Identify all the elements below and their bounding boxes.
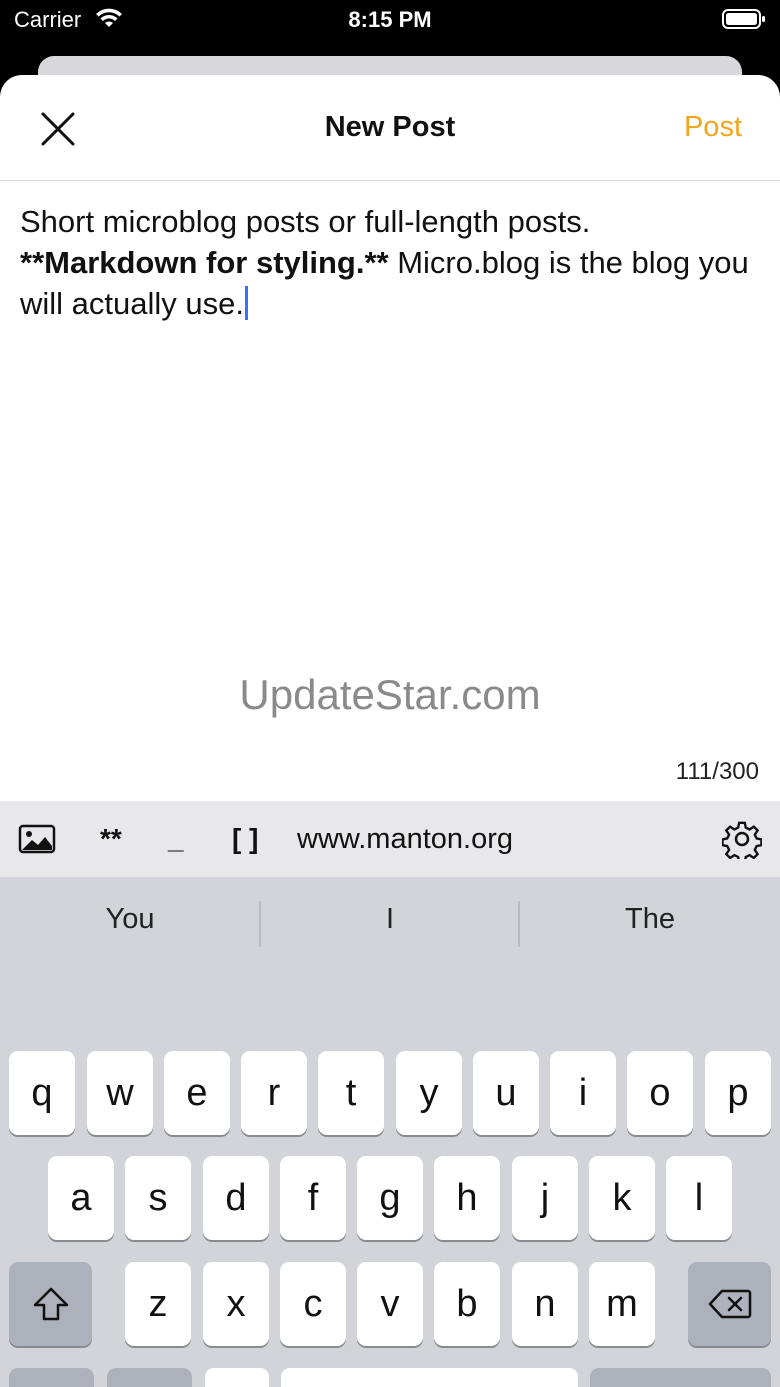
key-v[interactable]: v: [357, 1262, 423, 1346]
new-post-sheet: New Post Post Short microblog posts or f…: [0, 75, 780, 1387]
key-n[interactable]: n: [512, 1262, 578, 1346]
key-q[interactable]: q: [9, 1051, 75, 1135]
key-t[interactable]: t: [318, 1051, 384, 1135]
post-button[interactable]: Post: [684, 111, 742, 144]
numbers-key[interactable]: 123: [9, 1368, 94, 1387]
key-b[interactable]: b: [434, 1262, 500, 1346]
key-x[interactable]: x: [203, 1262, 269, 1346]
keyboard: You I The q w e r t y u i o p a s d f g …: [0, 877, 780, 1387]
image-icon: [18, 824, 56, 854]
key-z[interactable]: z: [125, 1262, 191, 1346]
blog-url[interactable]: www.manton.org: [297, 801, 513, 877]
key-p[interactable]: p: [705, 1051, 771, 1135]
clock: 8:15 PM: [348, 7, 432, 32]
editor-bold-text: **Markdown for styling.**: [20, 245, 389, 280]
key-m[interactable]: m: [589, 1262, 655, 1346]
suggestion-3[interactable]: The: [520, 903, 780, 936]
key-u[interactable]: u: [473, 1051, 539, 1135]
link-button[interactable]: [ ]: [232, 801, 258, 877]
battery-icon: [722, 9, 765, 29]
insert-image-button[interactable]: [18, 801, 56, 877]
text-caret: [244, 286, 248, 320]
watermark: UpdateStar.com: [239, 671, 541, 718]
key-c[interactable]: c: [280, 1262, 346, 1346]
settings-button[interactable]: [722, 801, 762, 877]
key-h[interactable]: h: [434, 1156, 500, 1240]
page-title: New Post: [324, 111, 456, 143]
key-j[interactable]: j: [512, 1156, 578, 1240]
delete-key[interactable]: [688, 1262, 771, 1346]
status-bar: Carrier 8:15 PM: [0, 0, 780, 40]
key-o[interactable]: o: [627, 1051, 693, 1135]
character-counter: 111/300: [675, 758, 759, 785]
key-f[interactable]: f: [280, 1156, 346, 1240]
editor-text-line-1: Short microblog posts or full-length pos…: [20, 204, 591, 239]
suggestion-1[interactable]: You: [0, 903, 260, 936]
key-y[interactable]: y: [396, 1051, 462, 1135]
key-e[interactable]: e: [164, 1051, 230, 1135]
emoji-key[interactable]: [107, 1368, 192, 1387]
italic-button[interactable]: _: [168, 801, 184, 877]
key-w[interactable]: w: [87, 1051, 153, 1135]
markdown-toolbar: ** _ [ ] www.manton.org: [0, 801, 780, 877]
key-d[interactable]: d: [203, 1156, 269, 1240]
bold-button[interactable]: **: [100, 801, 122, 877]
post-text-editor[interactable]: Short microblog posts or full-length pos…: [20, 201, 760, 324]
gear-icon: [722, 821, 762, 859]
key-l[interactable]: l: [666, 1156, 732, 1240]
shift-key[interactable]: [9, 1262, 92, 1346]
key-s[interactable]: s: [125, 1156, 191, 1240]
navigation-bar: New Post Post: [0, 75, 780, 181]
space-key[interactable]: space: [281, 1368, 578, 1387]
key-k[interactable]: k: [589, 1156, 655, 1240]
return-key[interactable]: return: [590, 1368, 771, 1387]
shift-icon: [33, 1287, 68, 1321]
suggestion-bar: You I The: [0, 877, 780, 971]
key-r[interactable]: r: [241, 1051, 307, 1135]
key-g[interactable]: g: [357, 1156, 423, 1240]
suggestion-2[interactable]: I: [260, 903, 520, 936]
key-i[interactable]: i: [550, 1051, 616, 1135]
delete-icon: [708, 1289, 751, 1319]
dictation-key[interactable]: [205, 1368, 269, 1387]
key-a[interactable]: a: [48, 1156, 114, 1240]
